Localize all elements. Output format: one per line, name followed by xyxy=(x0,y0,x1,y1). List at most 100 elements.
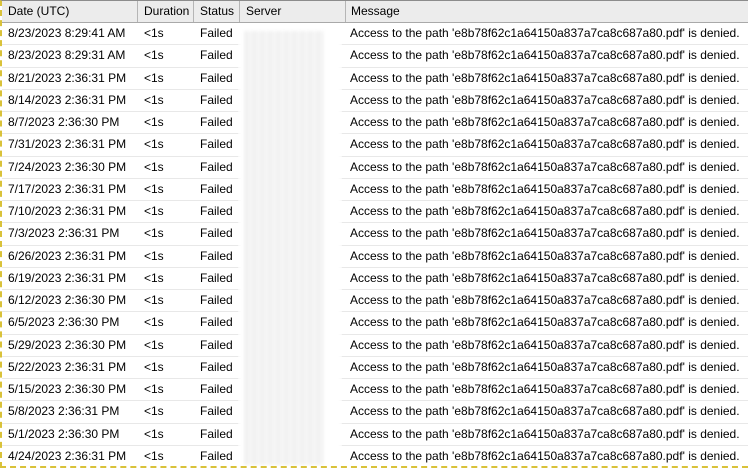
cell-message: Access to the path 'e8b78f62c1a64150a837… xyxy=(350,137,740,152)
cell-message: Access to the path 'e8b78f62c1a64150a837… xyxy=(350,26,740,40)
cell-message: Access to the path 'e8b78f62c1a64150a837… xyxy=(350,248,740,263)
cell-duration: <1s xyxy=(144,181,164,196)
job-history-table: Date (UTC) Duration Status Server Messag… xyxy=(0,0,748,468)
cell-duration: <1s xyxy=(144,448,164,463)
cell-duration: <1s xyxy=(144,382,164,396)
table-row[interactable]: 5/29/2023 2:36:30 PM <1s Failed Access to t… xyxy=(2,335,748,357)
table-row[interactable]: 5/22/2023 2:36:31 PM <1s Failed Access to t… xyxy=(2,357,748,379)
cell-message: Access to the path 'e8b78f62c1a64150a837… xyxy=(350,426,740,441)
cell-duration: <1s xyxy=(144,226,164,241)
cell-message: Access to the path 'e8b78f62c1a64150a837… xyxy=(350,226,740,241)
cell-date: 7/17/2023 2:36:31 PM xyxy=(8,181,127,196)
table-row[interactable]: 6/19/2023 2:36:31 PM <1s Failed Access to t… xyxy=(2,268,748,290)
table-row[interactable]: 7/17/2023 2:36:31 PM <1s Failed Access to t… xyxy=(2,179,748,201)
cell-message: Access to the path 'e8b78f62c1a64150a837… xyxy=(350,382,740,396)
cell-date: 6/19/2023 2:36:31 PM xyxy=(8,270,127,285)
cell-duration: <1s xyxy=(144,337,164,352)
cell-status: Failed xyxy=(200,26,233,40)
cell-message: Access to the path 'e8b78f62c1a64150a837… xyxy=(350,270,740,285)
cell-server xyxy=(240,424,346,445)
table-row[interactable]: 4/24/2023 2:36:31 PM <1s Failed Access to t… xyxy=(2,446,748,466)
cell-duration: <1s xyxy=(144,359,164,374)
cell-duration: <1s xyxy=(144,426,164,441)
cell-message: Access to the path 'e8b78f62c1a64150a837… xyxy=(350,70,740,85)
cell-date: 6/26/2023 2:36:31 PM xyxy=(8,248,127,263)
table-row[interactable]: 6/26/2023 2:36:31 PM <1s Failed Access to t… xyxy=(2,246,748,268)
cell-message: Access to the path 'e8b78f62c1a64150a837… xyxy=(350,359,740,374)
cell-date: 8/21/2023 2:36:31 PM xyxy=(8,70,127,85)
cell-date: 5/29/2023 2:36:30 PM xyxy=(8,337,127,352)
cell-message: Access to the path 'e8b78f62c1a64150a837… xyxy=(350,159,740,174)
cell-date: 8/14/2023 2:36:31 PM xyxy=(8,92,127,107)
cell-status: Failed xyxy=(200,248,233,263)
cell-status: Failed xyxy=(200,293,233,307)
table-row[interactable]: 8/23/2023 8:29:31 AM <1s Failed Access to t… xyxy=(2,45,748,68)
table-row[interactable]: 8/23/2023 8:29:41 AM <1s Failed Access to t… xyxy=(2,23,748,46)
cell-server xyxy=(240,134,346,155)
cell-server xyxy=(240,357,346,378)
cell-message: Access to the path 'e8b78f62c1a64150a837… xyxy=(350,92,740,107)
cell-status: Failed xyxy=(200,181,233,196)
cell-duration: <1s xyxy=(144,404,164,419)
cell-status: Failed xyxy=(200,92,233,107)
column-header-status[interactable]: Status xyxy=(194,1,240,22)
table-row[interactable]: 8/14/2023 2:36:31 PM <1s Failed Access to t… xyxy=(2,90,748,112)
cell-server xyxy=(240,268,346,289)
cell-message: Access to the path 'e8b78f62c1a64150a837… xyxy=(350,404,740,419)
cell-server xyxy=(240,446,346,466)
cell-date: 7/10/2023 2:36:31 PM xyxy=(8,204,127,218)
table-row[interactable]: 8/21/2023 2:36:31 PM <1s Failed Access to t… xyxy=(2,68,748,90)
cell-duration: <1s xyxy=(144,48,164,63)
cell-server xyxy=(240,223,346,244)
cell-server xyxy=(240,90,346,111)
cell-server xyxy=(240,201,346,222)
table-body: 8/23/2023 8:29:41 AM <1s Failed Access to t… xyxy=(2,23,748,466)
table-row[interactable]: 7/3/2023 2:36:31 PM <1s Failed Access to th… xyxy=(2,223,748,246)
column-header-server[interactable]: Server xyxy=(240,1,346,22)
cell-date: 7/24/2023 2:36:30 PM xyxy=(8,159,127,174)
cell-date: 6/5/2023 2:36:30 PM xyxy=(8,315,120,330)
cell-status: Failed xyxy=(200,204,233,218)
cell-server xyxy=(240,312,346,333)
column-header-date[interactable]: Date (UTC) xyxy=(2,1,138,22)
table-row[interactable]: 5/15/2023 2:36:30 PM <1s Failed Access to t… xyxy=(2,379,748,402)
cell-date: 7/31/2023 2:36:31 PM xyxy=(8,137,127,152)
cell-date: 8/23/2023 8:29:31 AM xyxy=(8,48,126,63)
cell-date: 6/12/2023 2:36:30 PM xyxy=(8,293,127,307)
cell-server xyxy=(240,179,346,200)
cell-duration: <1s xyxy=(144,115,164,129)
cell-duration: <1s xyxy=(144,137,164,152)
cell-status: Failed xyxy=(200,270,233,285)
cell-message: Access to the path 'e8b78f62c1a64150a837… xyxy=(350,337,740,352)
cell-message: Access to the path 'e8b78f62c1a64150a837… xyxy=(350,448,740,463)
cell-status: Failed xyxy=(200,337,233,352)
table-row[interactable]: 7/24/2023 2:36:30 PM <1s Failed Access to t… xyxy=(2,157,748,179)
cell-message: Access to the path 'e8b78f62c1a64150a837… xyxy=(350,181,740,196)
cell-date: 8/7/2023 2:36:30 PM xyxy=(8,115,120,129)
table-row[interactable]: 8/7/2023 2:36:30 PM <1s Failed Access to th… xyxy=(2,112,748,135)
cell-status: Failed xyxy=(200,359,233,374)
cell-status: Failed xyxy=(200,137,233,152)
cell-status: Failed xyxy=(200,315,233,330)
cell-duration: <1s xyxy=(144,293,164,307)
column-header-message[interactable]: Message xyxy=(346,1,748,22)
cell-date: 7/3/2023 2:36:31 PM xyxy=(8,226,120,241)
cell-duration: <1s xyxy=(144,270,164,285)
cell-status: Failed xyxy=(200,159,233,174)
cell-status: Failed xyxy=(200,226,233,241)
cell-date: 5/15/2023 2:36:30 PM xyxy=(8,382,127,396)
table-row[interactable]: 6/12/2023 2:36:30 PM <1s Failed Access to t… xyxy=(2,290,748,313)
cell-status: Failed xyxy=(200,70,233,85)
cell-server xyxy=(240,246,346,267)
table-row[interactable]: 5/8/2023 2:36:31 PM <1s Failed Access to th… xyxy=(2,401,748,424)
table-row[interactable]: 5/1/2023 2:36:30 PM <1s Failed Access to th… xyxy=(2,424,748,446)
cell-date: 5/8/2023 2:36:31 PM xyxy=(8,404,120,419)
table-row[interactable]: 7/10/2023 2:36:31 PM <1s Failed Access to t… xyxy=(2,201,748,224)
cell-server xyxy=(240,45,346,66)
cell-duration: <1s xyxy=(144,92,164,107)
column-header-duration[interactable]: Duration xyxy=(138,1,194,22)
table-row[interactable]: 6/5/2023 2:36:30 PM <1s Failed Access to th… xyxy=(2,312,748,335)
cell-date: 8/23/2023 8:29:41 AM xyxy=(8,26,126,40)
table-row[interactable]: 7/31/2023 2:36:31 PM <1s Failed Access to t… xyxy=(2,134,748,157)
table-header: Date (UTC) Duration Status Server Messag… xyxy=(2,1,748,23)
